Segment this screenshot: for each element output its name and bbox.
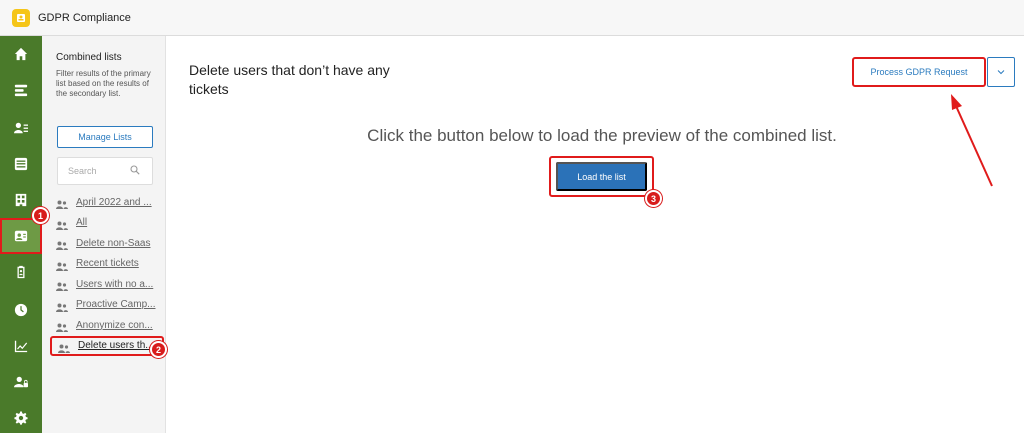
app-logo-icon [12,8,30,27]
list-item[interactable]: Users with no a... [56,274,164,295]
users-icon [58,341,70,353]
manage-lists-button[interactable]: Manage Lists [57,126,153,148]
annotation-badge-3: 3 [645,190,662,207]
list-item[interactable]: April 2022 and ... [56,192,164,213]
list-item[interactable]: Delete non-Saas [56,233,164,254]
list-item[interactable]: Recent tickets [56,254,164,275]
list-item-label: Proactive Camp... [76,299,156,311]
inbox-icon[interactable] [0,146,42,182]
panel-title: Combined lists [56,52,122,63]
combined-lists-panel: Combined lists Filter results of the pri… [42,36,166,433]
load-preview-hint: Click the button below to load the previ… [367,126,837,145]
users-icon [56,259,68,271]
gdpr-user-icon[interactable] [0,218,42,254]
user-lock-icon[interactable] [0,364,42,400]
app-title: GDPR Compliance [38,11,131,24]
list-icon[interactable] [0,72,42,108]
annotation-badge-2: 2 [150,341,167,358]
chevron-down-icon [997,70,1005,75]
users-icon [56,238,68,251]
gear-icon[interactable] [0,400,42,433]
users-icon[interactable] [0,110,42,146]
list-item[interactable]: Anonymize con... [56,315,164,336]
top-bar: GDPR Compliance [0,0,1024,36]
chart-icon[interactable] [0,328,42,364]
users-icon [56,320,68,333]
list-item[interactable]: Proactive Camp... [56,295,164,316]
search-icon[interactable] [126,162,140,180]
list-item-label: Delete non-Saas [76,237,151,249]
list-item[interactable]: All [56,213,164,234]
users-icon [56,197,68,210]
list-item-label: Anonymize con... [76,319,153,331]
left-nav-rail [0,36,42,433]
annotation-badge-1: 1 [32,207,49,224]
list-item-label: Recent tickets [76,258,139,270]
process-options-dropdown[interactable] [987,57,1015,87]
process-gdpr-request-button[interactable]: Process GDPR Request [852,57,986,87]
annotation-arrow [951,94,993,187]
combined-list: April 2022 and ... All Delete non-Saas R… [50,192,164,356]
users-icon [56,218,68,230]
users-icon [56,279,68,292]
load-the-list-button[interactable]: Load the list [556,162,647,191]
clock-icon[interactable] [0,292,42,328]
clipboard-icon[interactable] [0,254,42,290]
users-icon [56,300,68,312]
list-item-label: April 2022 and ... [76,196,152,208]
list-item-selected[interactable]: Delete users th... [50,335,164,356]
panel-description: Filter results of the primary list based… [56,69,151,98]
page-title: Delete users that don’t have any tickets [189,62,390,97]
list-item-label: All [76,217,88,229]
process-split-button: Process GDPR Request [852,57,1015,87]
search-box[interactable] [57,157,153,185]
home-icon[interactable] [0,36,42,72]
search-input[interactable] [68,166,126,176]
list-item-label: Users with no a... [76,278,154,290]
